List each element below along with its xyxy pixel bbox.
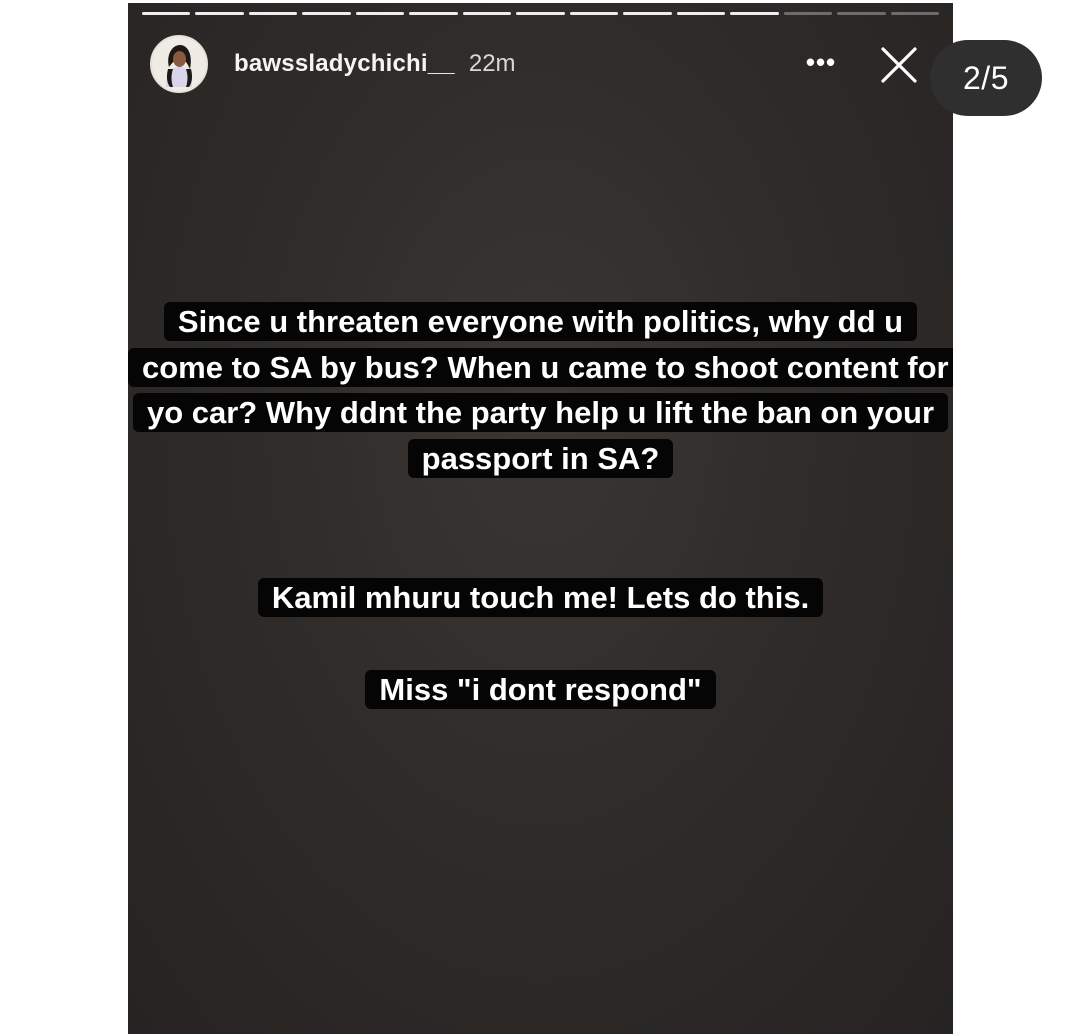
- progress-segment: [676, 12, 726, 15]
- story-caption-quote: Miss "i dont respond": [128, 667, 953, 712]
- progress-segment: [355, 12, 405, 15]
- username[interactable]: bawssladychichi__: [234, 50, 455, 78]
- close-icon[interactable]: [877, 43, 921, 87]
- post-time: 22m: [468, 50, 516, 77]
- progress-segment: [462, 12, 512, 15]
- progress-segment: [516, 12, 565, 15]
- progress-segment: [569, 12, 619, 15]
- progress-segment: [142, 12, 191, 15]
- progress-segment: [837, 12, 886, 15]
- progress-segment: [783, 12, 833, 15]
- progress-segment: [730, 12, 779, 15]
- caption-text: Since u threaten everyone with politics,…: [128, 302, 953, 478]
- progress-segment: [302, 12, 351, 15]
- story-caption-question: Since u threaten everyone with politics,…: [128, 299, 953, 481]
- progress-segment: [890, 12, 940, 15]
- more-options-icon[interactable]: •••: [803, 47, 839, 77]
- progress-segment: [623, 12, 672, 15]
- progress-segment: [195, 12, 244, 15]
- profile-avatar[interactable]: [150, 35, 208, 93]
- story-header: bawssladychichi__ 22m •••: [150, 33, 939, 95]
- progress-segment: [409, 12, 458, 15]
- story-progress-bar: [142, 12, 940, 16]
- caption-text: Miss "i dont respond": [365, 670, 716, 709]
- avatar-icon: [152, 37, 206, 91]
- caption-text: Kamil mhuru touch me! Lets do this.: [257, 578, 824, 617]
- page: bawssladychichi__ 22m ••• Since u threat…: [0, 0, 1080, 1034]
- story-viewer[interactable]: bawssladychichi__ 22m ••• Since u threat…: [128, 3, 953, 1034]
- image-counter-badge: 2/5: [930, 40, 1042, 116]
- progress-segment: [248, 12, 298, 15]
- story-caption-challenge: Kamil mhuru touch me! Lets do this.: [128, 575, 953, 620]
